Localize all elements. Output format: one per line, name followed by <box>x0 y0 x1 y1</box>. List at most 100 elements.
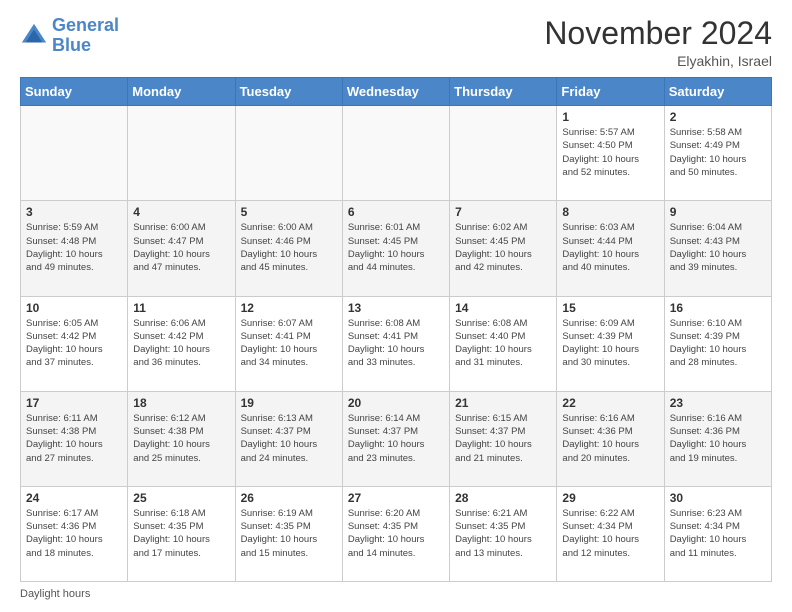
day-info: Sunrise: 6:13 AM Sunset: 4:37 PM Dayligh… <box>241 412 337 465</box>
calendar-day-cell: 26Sunrise: 6:19 AM Sunset: 4:35 PM Dayli… <box>235 486 342 581</box>
day-info: Sunrise: 6:23 AM Sunset: 4:34 PM Dayligh… <box>670 507 766 560</box>
day-info: Sunrise: 6:06 AM Sunset: 4:42 PM Dayligh… <box>133 317 229 370</box>
weekday-header-row: SundayMondayTuesdayWednesdayThursdayFrid… <box>21 78 772 106</box>
calendar-day-cell: 20 Sunrise: 6:14 AM Sunset: 4:37 PM Dayli… <box>342 391 449 486</box>
day-number: 13 <box>348 301 444 315</box>
calendar-week-row: 3 Sunrise: 5:59 AM Sunset: 4:48 PM Daylig… <box>21 201 772 296</box>
day-number: 15 <box>562 301 658 315</box>
day-info: Sunrise: 6:14 AM Sunset: 4:37 PM Dayligh… <box>348 412 444 465</box>
day-number: 23 <box>670 396 766 410</box>
weekday-header: Sunday <box>21 78 128 106</box>
calendar-day-cell: 6 Sunrise: 6:01 AM Sunset: 4:45 PM Daylig… <box>342 201 449 296</box>
day-number: 2 <box>670 110 766 124</box>
day-number: 20 <box>348 396 444 410</box>
day-info: Sunrise: 6:12 AM Sunset: 4:38 PM Dayligh… <box>133 412 229 465</box>
day-number: 30 <box>670 491 766 505</box>
footer: Daylight hours <box>20 588 772 600</box>
calendar-day-cell: 24 Sunrise: 6:17 AM Sunset: 4:36 PM Dayli… <box>21 486 128 581</box>
logo-icon <box>20 22 48 50</box>
day-number: 11 <box>133 301 229 315</box>
day-info: Sunrise: 6:07 AM Sunset: 4:41 PM Dayligh… <box>241 317 337 370</box>
day-number: 14 <box>455 301 551 315</box>
day-number: 8 <box>562 205 658 219</box>
location-subtitle: Elyakhin, Israel <box>544 53 772 69</box>
day-info: Sunrise: 6:17 AM Sunset: 4:36 PM Dayligh… <box>26 507 122 560</box>
weekday-header: Thursday <box>450 78 557 106</box>
weekday-header: Tuesday <box>235 78 342 106</box>
day-info: Sunrise: 6:00 AM Sunset: 4:47 PM Dayligh… <box>133 221 229 274</box>
day-info: Sunrise: 6:08 AM Sunset: 4:41 PM Dayligh… <box>348 317 444 370</box>
day-info: Sunrise: 6:22 AM Sunset: 4:34 PM Dayligh… <box>562 507 658 560</box>
calendar-day-cell <box>128 106 235 201</box>
day-info: Sunrise: 6:16 AM Sunset: 4:36 PM Dayligh… <box>670 412 766 465</box>
day-number: 1 <box>562 110 658 124</box>
day-info: Sunrise: 6:03 AM Sunset: 4:44 PM Dayligh… <box>562 221 658 274</box>
day-info: Sunrise: 6:20 AM Sunset: 4:35 PM Dayligh… <box>348 507 444 560</box>
day-number: 29 <box>562 491 658 505</box>
day-number: 3 <box>26 205 122 219</box>
calendar-day-cell: 16 Sunrise: 6:10 AM Sunset: 4:39 PM Dayli… <box>664 296 771 391</box>
calendar-day-cell: 22Sunrise: 6:16 AM Sunset: 4:36 PM Dayli… <box>557 391 664 486</box>
day-info: Sunrise: 6:05 AM Sunset: 4:42 PM Dayligh… <box>26 317 122 370</box>
title-block: November 2024 Elyakhin, Israel <box>544 16 772 69</box>
day-number: 28 <box>455 491 551 505</box>
calendar-day-cell: 25Sunrise: 6:18 AM Sunset: 4:35 PM Dayli… <box>128 486 235 581</box>
calendar-week-row: 1Sunrise: 5:57 AM Sunset: 4:50 PM Daylig… <box>21 106 772 201</box>
calendar-week-row: 24 Sunrise: 6:17 AM Sunset: 4:36 PM Dayli… <box>21 486 772 581</box>
day-info: Sunrise: 6:16 AM Sunset: 4:36 PM Dayligh… <box>562 412 658 465</box>
calendar-day-cell: 14 Sunrise: 6:08 AM Sunset: 4:40 PM Dayli… <box>450 296 557 391</box>
day-info: Sunrise: 6:10 AM Sunset: 4:39 PM Dayligh… <box>670 317 766 370</box>
calendar-week-row: 10 Sunrise: 6:05 AM Sunset: 4:42 PM Dayli… <box>21 296 772 391</box>
day-number: 6 <box>348 205 444 219</box>
day-info: Sunrise: 6:04 AM Sunset: 4:43 PM Dayligh… <box>670 221 766 274</box>
logo-text: General Blue <box>52 16 119 56</box>
calendar-day-cell: 30 Sunrise: 6:23 AM Sunset: 4:34 PM Dayli… <box>664 486 771 581</box>
day-number: 18 <box>133 396 229 410</box>
day-number: 16 <box>670 301 766 315</box>
calendar-day-cell: 2 Sunrise: 5:58 AM Sunset: 4:49 PM Daylig… <box>664 106 771 201</box>
day-info: Sunrise: 6:02 AM Sunset: 4:45 PM Dayligh… <box>455 221 551 274</box>
weekday-header: Monday <box>128 78 235 106</box>
day-number: 7 <box>455 205 551 219</box>
day-number: 12 <box>241 301 337 315</box>
logo: General Blue <box>20 16 119 56</box>
calendar-day-cell: 18 Sunrise: 6:12 AM Sunset: 4:38 PM Dayli… <box>128 391 235 486</box>
day-info: Sunrise: 6:21 AM Sunset: 4:35 PM Dayligh… <box>455 507 551 560</box>
calendar-day-cell: 28 Sunrise: 6:21 AM Sunset: 4:35 PM Dayli… <box>450 486 557 581</box>
calendar-day-cell: 15Sunrise: 6:09 AM Sunset: 4:39 PM Dayli… <box>557 296 664 391</box>
weekday-header: Wednesday <box>342 78 449 106</box>
day-number: 24 <box>26 491 122 505</box>
calendar-day-cell <box>21 106 128 201</box>
day-number: 9 <box>670 205 766 219</box>
day-info: Sunrise: 6:00 AM Sunset: 4:46 PM Dayligh… <box>241 221 337 274</box>
calendar-day-cell <box>342 106 449 201</box>
day-number: 10 <box>26 301 122 315</box>
calendar-week-row: 17Sunrise: 6:11 AM Sunset: 4:38 PM Dayli… <box>21 391 772 486</box>
calendar-day-cell: 23 Sunrise: 6:16 AM Sunset: 4:36 PM Dayli… <box>664 391 771 486</box>
calendar-day-cell: 13 Sunrise: 6:08 AM Sunset: 4:41 PM Dayli… <box>342 296 449 391</box>
calendar-day-cell: 19 Sunrise: 6:13 AM Sunset: 4:37 PM Dayli… <box>235 391 342 486</box>
calendar-day-cell: 5Sunrise: 6:00 AM Sunset: 4:46 PM Daylig… <box>235 201 342 296</box>
day-number: 19 <box>241 396 337 410</box>
day-info: Sunrise: 6:19 AM Sunset: 4:35 PM Dayligh… <box>241 507 337 560</box>
day-info: Sunrise: 6:15 AM Sunset: 4:37 PM Dayligh… <box>455 412 551 465</box>
day-info: Sunrise: 5:59 AM Sunset: 4:48 PM Dayligh… <box>26 221 122 274</box>
weekday-header: Saturday <box>664 78 771 106</box>
day-info: Sunrise: 5:58 AM Sunset: 4:49 PM Dayligh… <box>670 126 766 179</box>
calendar-table: SundayMondayTuesdayWednesdayThursdayFrid… <box>20 77 772 582</box>
day-info: Sunrise: 6:11 AM Sunset: 4:38 PM Dayligh… <box>26 412 122 465</box>
weekday-header: Friday <box>557 78 664 106</box>
calendar-day-cell: 17Sunrise: 6:11 AM Sunset: 4:38 PM Dayli… <box>21 391 128 486</box>
header: General Blue November 2024 Elyakhin, Isr… <box>20 16 772 69</box>
day-number: 4 <box>133 205 229 219</box>
day-number: 21 <box>455 396 551 410</box>
calendar-day-cell: 29 Sunrise: 6:22 AM Sunset: 4:34 PM Dayli… <box>557 486 664 581</box>
calendar-day-cell: 8 Sunrise: 6:03 AM Sunset: 4:44 PM Daylig… <box>557 201 664 296</box>
day-info: Sunrise: 6:08 AM Sunset: 4:40 PM Dayligh… <box>455 317 551 370</box>
page: General Blue November 2024 Elyakhin, Isr… <box>0 0 792 612</box>
day-info: Sunrise: 6:01 AM Sunset: 4:45 PM Dayligh… <box>348 221 444 274</box>
calendar-day-cell: 27Sunrise: 6:20 AM Sunset: 4:35 PM Dayli… <box>342 486 449 581</box>
day-info: Sunrise: 6:18 AM Sunset: 4:35 PM Dayligh… <box>133 507 229 560</box>
month-title: November 2024 <box>544 16 772 51</box>
calendar-day-cell: 3 Sunrise: 5:59 AM Sunset: 4:48 PM Daylig… <box>21 201 128 296</box>
